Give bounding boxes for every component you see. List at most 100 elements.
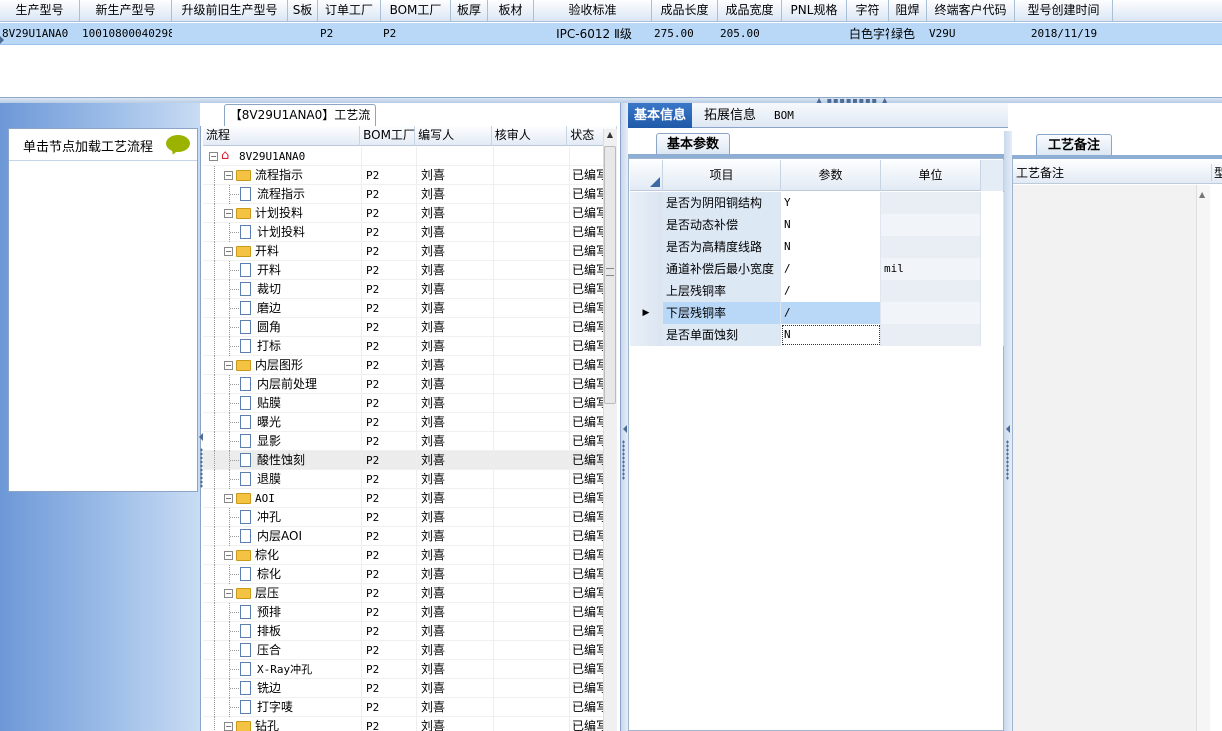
col-header[interactable]: 字符 bbox=[847, 0, 889, 22]
tree-node[interactable]: 计划投料 P2刘喜 已编写 bbox=[203, 222, 603, 242]
param-item[interactable]: 是否动态补偿 bbox=[663, 214, 781, 236]
row-indicator[interactable] bbox=[630, 280, 663, 302]
tree-node-name-cell[interactable]: − 棕化 bbox=[203, 545, 361, 565]
tree-node-name-cell[interactable]: − 流程指示 bbox=[203, 165, 361, 185]
tree-node-name-cell[interactable]: 圆角 bbox=[203, 317, 361, 337]
tree-node[interactable]: 铣边 P2刘喜 已编写 bbox=[203, 678, 603, 698]
select-all-corner[interactable] bbox=[630, 160, 663, 191]
cell-s-board[interactable] bbox=[288, 23, 318, 45]
tree-collapse-icon[interactable]: − bbox=[224, 360, 233, 370]
col-header[interactable]: S板 bbox=[288, 0, 318, 22]
param-value[interactable]: / bbox=[781, 258, 881, 280]
row-indicator[interactable] bbox=[630, 258, 663, 280]
tree-node-name-cell[interactable]: 曝光 bbox=[203, 412, 361, 432]
tree-node-name-cell[interactable]: 冲孔 bbox=[203, 507, 361, 527]
cell-pnl[interactable] bbox=[782, 23, 847, 45]
scroll-up-arrow-icon[interactable]: ▲ bbox=[1199, 190, 1205, 199]
process-notes-body[interactable] bbox=[1013, 185, 1210, 731]
cell-model[interactable]: 8V29U1ANA0 bbox=[0, 23, 80, 45]
param-row[interactable]: 是否单面蚀刻 N bbox=[630, 324, 1004, 346]
tree-node-name-cell[interactable]: 贴膜 bbox=[203, 393, 361, 413]
tree-node[interactable]: 压合 P2刘喜 已编写 bbox=[203, 640, 603, 660]
collapse-left-arrow-icon[interactable] bbox=[623, 425, 627, 433]
param-item[interactable]: 是否为阴阳铜结构 bbox=[663, 192, 781, 214]
tree-node-name-cell[interactable]: 排板 bbox=[203, 621, 361, 641]
collapse-left-arrow-icon[interactable] bbox=[1006, 425, 1010, 433]
param-item[interactable]: 是否单面蚀刻 bbox=[663, 324, 781, 346]
param-value[interactable]: N bbox=[781, 214, 881, 236]
tree-node-name-cell[interactable]: 退膜 bbox=[203, 469, 361, 489]
tab-extended-info[interactable]: 拓展信息 bbox=[698, 103, 762, 128]
cell-solder[interactable]: 绿色 bbox=[889, 23, 927, 45]
scroll-up-arrow-icon[interactable]: ▲ bbox=[604, 130, 616, 139]
col-header[interactable]: 终端客户代码 bbox=[927, 0, 1015, 22]
cell-thickness[interactable] bbox=[451, 23, 488, 45]
col-header[interactable]: PNL规格 bbox=[782, 0, 847, 22]
col-header[interactable]: BOM工厂 bbox=[381, 0, 451, 22]
splitter-grip-icon[interactable] bbox=[622, 440, 625, 480]
tree-node[interactable]: 冲孔 P2刘喜 已编写 bbox=[203, 507, 603, 527]
tree-node[interactable]: 内层AOI P2刘喜 已编写 bbox=[203, 526, 603, 546]
cell-created[interactable]: 2018/11/19 bbox=[1015, 23, 1113, 45]
tree-collapse-icon[interactable]: − bbox=[224, 493, 233, 503]
tree-node-name-cell[interactable]: 计划投料 bbox=[203, 222, 361, 242]
tree-node-name-cell[interactable]: 裁切 bbox=[203, 279, 361, 299]
param-item[interactable]: 上层残铜率 bbox=[663, 280, 781, 302]
tree-node[interactable]: − 钻孔 P2刘喜 已编写 bbox=[203, 716, 603, 731]
tree-node-name-cell[interactable]: 内层前处理 bbox=[203, 374, 361, 394]
row-expand-arrow-icon[interactable] bbox=[0, 36, 4, 44]
product-grid-selected-row[interactable]: 8V29U1ANA0 10010800040298 P2 P2 IPC-6012 Ⅱ级 2… bbox=[0, 23, 1222, 45]
cell-new-model[interactable]: 10010800040298 bbox=[80, 23, 172, 45]
splitter-grip-icon[interactable] bbox=[1006, 440, 1009, 480]
tree-node-name-cell[interactable]: − AOI bbox=[203, 488, 361, 508]
tree-node[interactable]: 内层前处理 P2刘喜 已编写 bbox=[203, 374, 603, 394]
tab-basic-info[interactable]: 基本信息 bbox=[628, 103, 693, 128]
cell-standard[interactable]: IPC-6012 Ⅱ级 bbox=[534, 23, 652, 45]
param-value[interactable]: N bbox=[781, 236, 881, 258]
tree-node-name-cell[interactable]: 磨边 bbox=[203, 298, 361, 318]
tree-node-name-cell[interactable]: 开料 bbox=[203, 260, 361, 280]
tree-node[interactable]: 打字唛 P2刘喜 已编写 bbox=[203, 697, 603, 717]
tree-node-name-cell[interactable]: 内层AOI bbox=[203, 526, 361, 546]
param-item[interactable]: 是否为高精度线路 bbox=[663, 236, 781, 258]
vertical-splitter-middle[interactable] bbox=[620, 103, 628, 731]
col-header[interactable]: 成品宽度 bbox=[718, 0, 782, 22]
tree-node-name-cell[interactable]: 酸性蚀刻 bbox=[203, 450, 361, 470]
param-value[interactable]: / bbox=[781, 302, 881, 324]
param-item[interactable]: 下层残铜率 bbox=[663, 302, 781, 324]
tree-node-name-cell[interactable]: 显影 bbox=[203, 431, 361, 451]
tree-node[interactable]: − 棕化 P2刘喜 已编写 bbox=[203, 545, 603, 565]
row-indicator[interactable] bbox=[630, 214, 663, 236]
tree-node-name-cell[interactable]: 打标 bbox=[203, 336, 361, 356]
col-header[interactable]: 阻焊 bbox=[889, 0, 927, 22]
tree-collapse-icon[interactable]: − bbox=[224, 550, 233, 560]
tree-node-name-cell[interactable]: − 计划投料 bbox=[203, 203, 361, 223]
tree-node[interactable]: 预排 P2刘喜 已编写 bbox=[203, 602, 603, 622]
param-unit[interactable] bbox=[881, 236, 981, 258]
tree-node[interactable]: − 内层图形 P2刘喜 已编写 bbox=[203, 355, 603, 375]
cell-bom-factory[interactable]: P2 bbox=[381, 23, 451, 45]
process-notes-column2-label[interactable]: 型 bbox=[1211, 164, 1222, 181]
tree-node[interactable]: 流程指示 P2刘喜 已编写 bbox=[203, 184, 603, 204]
tree-node-name-cell[interactable]: − 层压 bbox=[203, 583, 361, 603]
tree-node[interactable]: 裁切 P2刘喜 已编写 bbox=[203, 279, 603, 299]
cell-material[interactable] bbox=[488, 23, 534, 45]
tab-basic-params[interactable]: 基本参数 bbox=[656, 133, 730, 155]
splitter-grip-icon[interactable] bbox=[200, 448, 203, 488]
row-indicator[interactable] bbox=[630, 236, 663, 258]
tree-col-header[interactable]: 流程 bbox=[203, 126, 361, 146]
param-unit[interactable] bbox=[881, 302, 981, 324]
col-header[interactable]: 生产型号 bbox=[0, 0, 80, 22]
tree-node[interactable]: − ⌂ 8V29U1ANA0 bbox=[203, 147, 603, 166]
tree-node[interactable]: − 计划投料 P2刘喜 已编写 bbox=[203, 203, 603, 223]
col-header[interactable]: 新生产型号 bbox=[80, 0, 172, 22]
tree-node-name-cell[interactable]: − ⌂ 8V29U1ANA0 bbox=[203, 147, 361, 166]
param-item[interactable]: 通道补偿后最小宽度 bbox=[663, 258, 781, 280]
col-value-header[interactable]: 参数 bbox=[781, 160, 881, 191]
tree-node[interactable]: 磨边 P2刘喜 已编写 bbox=[203, 298, 603, 318]
tree-col-header[interactable]: BOM工厂 bbox=[360, 126, 416, 146]
tree-collapse-icon[interactable]: − bbox=[224, 246, 233, 256]
tree-node-name-cell[interactable]: − 开料 bbox=[203, 241, 361, 261]
tree-node[interactable]: 排板 P2刘喜 已编写 bbox=[203, 621, 603, 641]
tree-node[interactable]: 曝光 P2刘喜 已编写 bbox=[203, 412, 603, 432]
